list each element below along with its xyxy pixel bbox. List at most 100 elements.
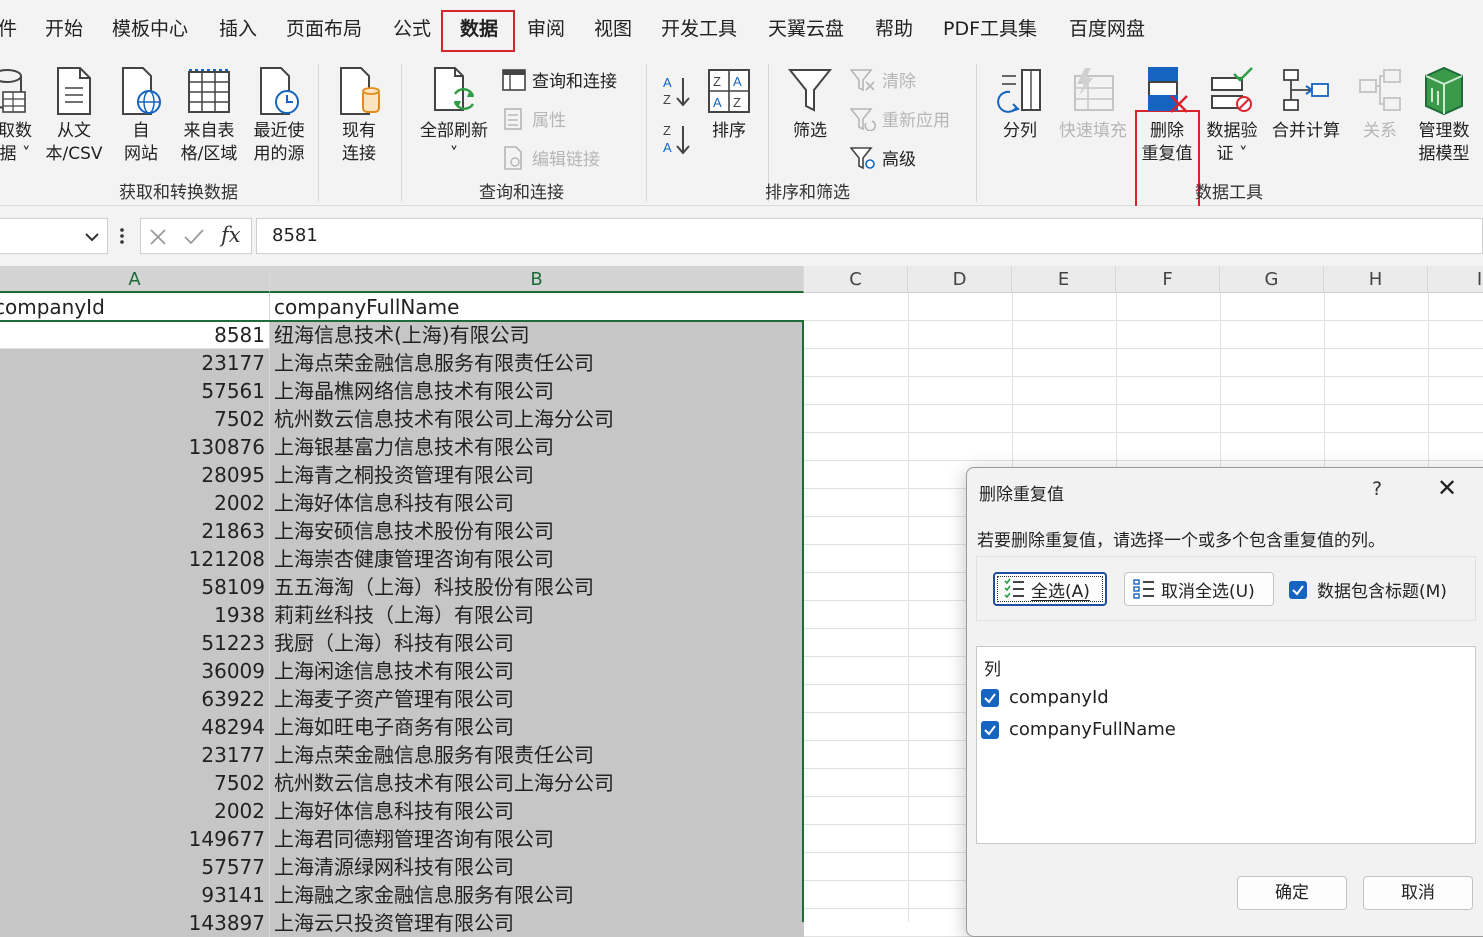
from-web-button[interactable]: 自 网站 (118, 66, 164, 166)
data-validation-label-1: 数据验 (1206, 121, 1258, 141)
clear-filter-button[interactable]: 清除 (850, 67, 916, 92)
edit-links-button[interactable]: 编辑链接 (502, 145, 600, 170)
text-to-columns-icon (997, 69, 1041, 113)
tab-home[interactable]: 开始 (45, 14, 83, 41)
sort-button[interactable]: Z A A Z 排序 (704, 66, 754, 143)
sort-ascending-icon[interactable]: A Z (662, 74, 692, 108)
from-table-label-2: 格/区域 (180, 144, 238, 164)
refresh-all-button[interactable]: 全部刷新 ˅ (415, 66, 493, 166)
properties-button[interactable]: 属性 (502, 106, 566, 131)
recent-sources-button[interactable]: 最近使 用的源 (248, 66, 310, 166)
confirm-entry-icon[interactable] (183, 227, 205, 247)
remove-duplicates-button[interactable]: 删除 重复值 (1138, 66, 1196, 166)
get-data-button[interactable]: 取数 据 ˅ (0, 66, 38, 166)
tab-page-layout[interactable]: 页面布局 (286, 14, 362, 41)
group-label-get-transform: 获取和转换数据 (119, 183, 238, 203)
from-text-csv-button[interactable]: 从文 本/CSV (43, 66, 105, 166)
insert-function-icon[interactable]: fx (221, 223, 241, 247)
database-icon (0, 69, 26, 113)
tab-data[interactable]: 数据 (460, 14, 498, 41)
tab-review[interactable]: 审阅 (527, 14, 565, 41)
name-box[interactable] (0, 218, 108, 254)
column-header-e[interactable]: E (1012, 266, 1116, 293)
relationships-icon (1359, 69, 1401, 111)
checkbox-checked-icon[interactable] (981, 720, 999, 739)
column-header-a[interactable]: A (0, 266, 270, 293)
cell-a-header[interactable]: companyId (0, 293, 270, 321)
consolidate-button[interactable]: 合并计算 (1268, 66, 1344, 143)
tab-baidu-netdisk[interactable]: 百度网盘 (1069, 14, 1145, 41)
column-header-d[interactable]: D (908, 266, 1012, 293)
close-icon[interactable]: ✕ (1437, 474, 1457, 502)
chevron-down-icon[interactable] (84, 231, 100, 243)
column-header-h[interactable]: H (1324, 266, 1428, 293)
web-globe-icon (122, 67, 161, 115)
columns-list-header: 列 (984, 660, 1001, 680)
sort-label: 排序 (712, 121, 746, 141)
column-header-g[interactable]: G (1220, 266, 1324, 293)
manage-data-model-button[interactable]: 管理数 据模型 (1414, 66, 1474, 166)
select-all-label: 全选(A) (1031, 581, 1090, 602)
queries-connections-button[interactable]: 查询和连接 (502, 67, 617, 92)
sort-descending-icon[interactable]: Z A (662, 122, 692, 156)
queries-connections-label: 查询和连接 (532, 72, 617, 92)
tab-insert[interactable]: 插入 (219, 14, 257, 41)
existing-conn-label-1: 现有 (342, 121, 376, 141)
ribbon-separator (976, 64, 977, 202)
help-icon[interactable]: ? (1372, 478, 1382, 500)
from-text-label-1: 从文 (57, 121, 91, 141)
relationships-button[interactable]: 关系 (1354, 66, 1406, 143)
tab-pdf-tools[interactable]: PDF工具集 (943, 14, 1037, 41)
filter-button[interactable]: 筛选 (785, 66, 835, 143)
more-options-icon[interactable] (118, 227, 126, 245)
text-to-columns-button[interactable]: 分列 (994, 66, 1046, 143)
relationships-label: 关系 (1363, 121, 1397, 141)
cell-b-header[interactable]: companyFullName (270, 293, 804, 321)
from-web-label-2: 网站 (124, 144, 158, 164)
reapply-button[interactable]: 重新应用 (850, 106, 950, 131)
column-option-companyid[interactable]: companyId (981, 687, 1109, 708)
column-header-b[interactable]: B (270, 266, 804, 293)
reapply-icon (850, 107, 876, 131)
advanced-filter-button[interactable]: 高级 (850, 145, 916, 170)
text-file-icon (57, 67, 91, 115)
tab-developer[interactable]: 开发工具 (661, 14, 737, 41)
data-model-label-1: 管理数 (1418, 121, 1470, 141)
get-data-label-1: 取数 (0, 121, 32, 141)
flash-fill-button[interactable]: 快速填充 (1056, 66, 1130, 143)
existing-connections-button[interactable]: 现有 连接 (334, 66, 384, 166)
column-option-companyfullname[interactable]: companyFullName (981, 719, 1176, 740)
select-all-button[interactable]: 全选(A) (993, 572, 1107, 606)
unselect-all-button[interactable]: 取消全选(U) (1124, 572, 1274, 606)
data-validation-button[interactable]: 数据验 证 ˅ (1204, 66, 1260, 166)
checkbox-checked-icon[interactable] (981, 688, 999, 707)
tab-tianyi-cloud[interactable]: 天翼云盘 (768, 14, 844, 41)
refresh-all-label: 全部刷新 (420, 121, 488, 141)
tab-help[interactable]: 帮助 (875, 14, 913, 41)
column-header-i[interactable]: I (1428, 266, 1483, 293)
tab-view[interactable]: 视图 (594, 14, 632, 41)
tab-formulas[interactable]: 公式 (393, 14, 431, 41)
tab-file[interactable]: 件 (0, 14, 17, 41)
formula-input[interactable]: 8581 (256, 218, 1483, 254)
ribbon-separator (318, 64, 319, 202)
remove-duplicates-label-1: 删除 (1150, 121, 1184, 141)
table-icon (188, 69, 230, 113)
tab-template-center[interactable]: 模板中心 (112, 14, 188, 41)
selection-border (0, 320, 804, 922)
has-headers-checkbox[interactable]: 数据包含标题(M) (1289, 577, 1447, 602)
text-to-columns-label: 分列 (1003, 121, 1037, 141)
recent-sources-label-2: 用的源 (253, 144, 305, 164)
menu-tab-bar: 件 开始 模板中心 插入 页面布局 公式 数据 审阅 视图 开发工具 天翼云盘 … (0, 0, 1483, 56)
columns-listbox: 列 companyId companyFullName (976, 646, 1476, 844)
cancel-entry-icon[interactable] (148, 227, 168, 247)
column-header-f[interactable]: F (1116, 266, 1220, 293)
sort-icon: Z A A Z (708, 69, 750, 113)
from-table-range-button[interactable]: 来自表 格/区域 (176, 66, 242, 166)
ok-button[interactable]: 确定 (1237, 876, 1347, 910)
recent-clock-icon (260, 67, 299, 115)
column-header-c[interactable]: C (804, 266, 908, 293)
consolidate-label: 合并计算 (1272, 121, 1340, 141)
refresh-icon (434, 67, 475, 111)
cancel-button[interactable]: 取消 (1363, 876, 1473, 910)
